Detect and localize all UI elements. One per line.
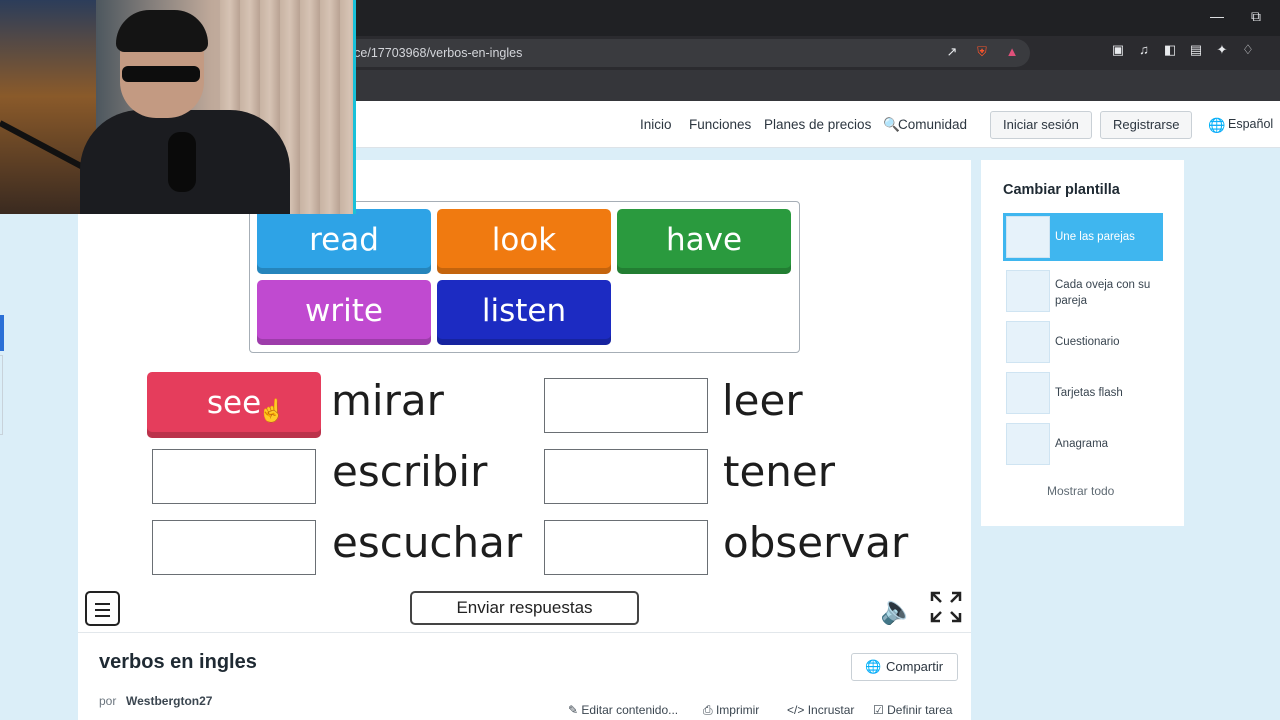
template-cada-oveja[interactable]: Cada oveja con su pareja — [1003, 267, 1163, 315]
music-icon[interactable]: ♫ — [1136, 42, 1152, 58]
rewards-icon[interactable]: ▲ — [1004, 44, 1020, 60]
activity-title: verbos en ingles — [99, 651, 257, 673]
template-label: Cuestionario — [1055, 336, 1120, 348]
drop-slot-tener[interactable] — [544, 449, 708, 504]
embed-icon: </> — [787, 703, 805, 717]
register-button[interactable]: Registrarse — [1100, 111, 1193, 139]
checkbox-icon: ☑ — [873, 703, 884, 717]
author-link[interactable]: Westbergton27 — [126, 694, 212, 708]
side-tab-active[interactable] — [0, 315, 4, 351]
word-bank: read look have write listen — [249, 201, 800, 353]
template-thumbnail — [1006, 372, 1050, 414]
drop-slot-escuchar[interactable] — [152, 520, 316, 575]
microphone — [168, 132, 196, 192]
tile-have[interactable]: have — [617, 209, 791, 274]
assign-link[interactable]: ☑ Definir tarea — [873, 703, 952, 717]
nav-comunidad[interactable]: Comunidad — [898, 117, 967, 132]
address-bar[interactable]: rce/17703968/verbos-en-ingles ↗ ⛨ ▲ — [330, 39, 1030, 67]
target-word-leer: leer — [722, 376, 803, 425]
minimize-icon[interactable]: — — [1205, 8, 1229, 24]
edit-icon: ✎ — [568, 703, 579, 717]
wallet-icon[interactable]: ▤ — [1188, 42, 1204, 58]
target-word-observar: observar — [723, 518, 909, 567]
brave-shield-icon[interactable]: ⛨ — [974, 44, 990, 60]
assign-label: Definir tarea — [887, 703, 953, 717]
template-label: Anagrama — [1055, 438, 1109, 450]
embed-label: Incrustar — [807, 703, 855, 717]
nav-inicio[interactable]: Inicio — [640, 117, 672, 132]
edit-content-label: Editar contenido... — [581, 703, 679, 717]
tile-listen[interactable]: listen — [437, 280, 611, 345]
target-word-escribir: escribir — [332, 447, 488, 496]
tile-read[interactable]: read — [257, 209, 431, 274]
share-button[interactable]: 🌐 Compartir — [851, 653, 958, 681]
globe-icon[interactable]: 🌐 — [1208, 117, 1225, 134]
tile-look[interactable]: look — [437, 209, 611, 274]
template-thumbnail — [1006, 270, 1050, 312]
template-thumbnail — [1006, 423, 1050, 465]
template-label: Cada oveja con su pareja — [1055, 279, 1151, 307]
speaker-icon[interactable]: 🔈 — [880, 593, 915, 626]
login-button[interactable]: Iniciar sesión — [990, 111, 1092, 139]
drop-slot-observar[interactable] — [544, 520, 708, 575]
embed-link[interactable]: </> Incrustar — [787, 703, 854, 717]
globe-icon: 🌐 — [865, 659, 882, 674]
screenshot-icon[interactable]: ▣ — [1110, 42, 1126, 58]
webcam-overlay — [0, 0, 356, 214]
submit-answers-button[interactable]: Enviar respuestas — [410, 591, 639, 625]
by-label: por — [99, 694, 117, 708]
target-word-mirar: mirar — [331, 376, 444, 425]
cursor-icon: ☝ — [258, 398, 286, 423]
target-word-escuchar: escuchar — [332, 518, 523, 567]
restore-icon[interactable]: ⧉ — [1244, 8, 1268, 25]
tile-write[interactable]: write — [257, 280, 431, 345]
sidebar-icon[interactable]: ◧ — [1162, 42, 1178, 58]
side-tab[interactable] — [0, 355, 3, 435]
print-link[interactable]: ⎙ Imprimir — [703, 703, 759, 718]
language-selector[interactable]: Español — [1228, 117, 1273, 131]
url-text: rce/17703968/verbos-en-ingles — [350, 46, 523, 60]
template-anagrama[interactable]: Anagrama — [1003, 420, 1163, 468]
template-label: Tarjetas flash — [1055, 387, 1123, 399]
template-tarjetas-flash[interactable]: Tarjetas flash — [1003, 369, 1163, 417]
person-hair — [116, 10, 208, 52]
extension-toolbar: ▣ ♫ ◧ ▤ ✦ ♢ — [1110, 42, 1256, 58]
nav-planes[interactable]: Planes de precios — [764, 117, 871, 132]
template-thumbnail — [1006, 216, 1050, 258]
edit-content-link[interactable]: ✎ Editar contenido... — [568, 703, 678, 717]
print-icon: ⎙ — [703, 703, 713, 717]
drop-slot-escribir[interactable] — [152, 449, 316, 504]
template-panel-title: Cambiar plantilla — [1003, 182, 1120, 198]
share-label: Compartir — [886, 659, 944, 674]
menu-icon[interactable] — [85, 591, 120, 626]
vpn-icon[interactable]: ♢ — [1240, 42, 1256, 58]
template-label: Une las parejas — [1055, 231, 1135, 243]
drop-slot-leer[interactable] — [544, 378, 708, 433]
nav-funciones[interactable]: Funciones — [689, 117, 751, 132]
fullscreen-icon[interactable] — [930, 591, 962, 623]
template-une-las-parejas[interactable]: Une las parejas — [1003, 213, 1163, 261]
sunglasses — [122, 66, 200, 82]
target-word-tener: tener — [723, 447, 836, 496]
share-icon[interactable]: ↗ — [944, 44, 960, 60]
print-label: Imprimir — [715, 703, 760, 717]
leo-icon[interactable]: ✦ — [1214, 42, 1230, 58]
template-cuestionario[interactable]: Cuestionario — [1003, 318, 1163, 366]
placed-tile-see[interactable]: see — [147, 372, 321, 438]
show-all-link[interactable]: Mostrar todo — [1047, 484, 1114, 498]
template-thumbnail — [1006, 321, 1050, 363]
